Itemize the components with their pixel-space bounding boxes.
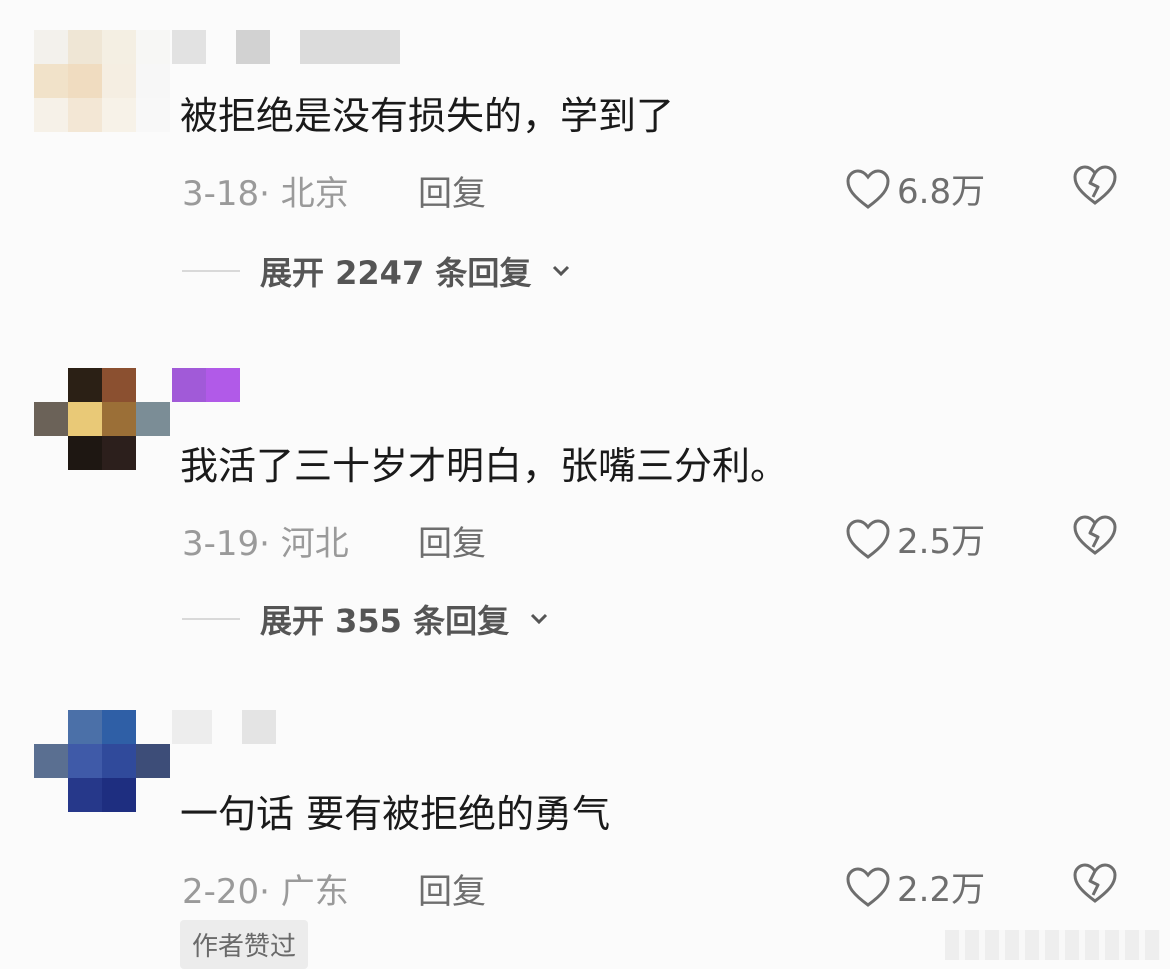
dislike-button[interactable] bbox=[1072, 514, 1118, 560]
reply-button[interactable]: 回复 bbox=[418, 516, 486, 565]
avatar-pixel bbox=[136, 64, 170, 98]
username-block bbox=[242, 710, 276, 744]
comment-text: 被拒绝是没有损失的，学到了 bbox=[180, 94, 675, 138]
username-block bbox=[300, 30, 400, 64]
expand-replies-button[interactable]: 展开 355 条回复 bbox=[182, 596, 549, 642]
comment-date-location: 3-18· 北京 bbox=[182, 174, 349, 214]
avatar-pixel bbox=[136, 368, 170, 402]
divider-line bbox=[182, 618, 240, 620]
avatar-pixel bbox=[34, 30, 68, 64]
avatar-pixel bbox=[68, 778, 102, 812]
avatar-pixel bbox=[102, 64, 136, 98]
username-blurred[interactable] bbox=[172, 368, 240, 402]
avatar-pixel bbox=[102, 368, 136, 402]
avatar[interactable] bbox=[34, 368, 170, 478]
heart-outline-icon bbox=[846, 518, 890, 559]
avatar-pixel bbox=[68, 710, 102, 744]
avatar-pixel bbox=[102, 778, 136, 812]
username-blurred[interactable] bbox=[172, 710, 276, 744]
avatar-pixel bbox=[68, 744, 102, 778]
chevron-down-icon bbox=[531, 613, 548, 625]
comment-text: 一句话 要有被拒绝的勇气 bbox=[180, 792, 611, 836]
broken-heart-icon bbox=[1073, 515, 1117, 555]
comment-text: 我活了三十岁才明白，张嘴三分利。 bbox=[180, 444, 789, 488]
like-button[interactable]: 2.2万 bbox=[845, 862, 985, 911]
username-blurred[interactable] bbox=[172, 30, 400, 64]
avatar-pixel bbox=[102, 30, 136, 64]
avatar-pixel bbox=[136, 744, 170, 778]
heart-outline-icon bbox=[846, 866, 890, 907]
watermark bbox=[945, 930, 1160, 960]
avatar-pixel bbox=[34, 368, 68, 402]
avatar-pixel bbox=[34, 744, 68, 778]
dislike-button[interactable] bbox=[1072, 862, 1118, 908]
avatar-pixel bbox=[102, 710, 136, 744]
author-liked-badge: 作者赞过 bbox=[180, 920, 309, 969]
avatar-pixel bbox=[34, 710, 68, 744]
expand-replies-label: 展开 355 条回复 bbox=[260, 602, 510, 640]
username-block bbox=[206, 368, 240, 402]
avatar-pixel bbox=[68, 436, 102, 470]
avatar-pixel bbox=[68, 402, 102, 436]
username-block bbox=[172, 368, 206, 402]
username-block bbox=[172, 30, 206, 64]
username-block bbox=[172, 710, 212, 744]
expand-replies-label: 展开 2247 条回复 bbox=[260, 254, 532, 292]
avatar[interactable] bbox=[34, 30, 170, 140]
avatar-pixel bbox=[102, 402, 136, 436]
divider-line bbox=[182, 270, 240, 272]
avatar-pixel bbox=[68, 64, 102, 98]
broken-heart-icon bbox=[1073, 863, 1117, 903]
avatar-pixel bbox=[102, 744, 136, 778]
reply-button[interactable]: 回复 bbox=[418, 166, 486, 215]
reply-button[interactable]: 回复 bbox=[418, 864, 486, 913]
comment-date-location: 3-19· 河北 bbox=[182, 524, 349, 564]
username-block bbox=[236, 30, 270, 64]
like-button[interactable]: 2.5万 bbox=[845, 514, 985, 563]
avatar-pixel bbox=[34, 402, 68, 436]
avatar-pixel bbox=[136, 436, 170, 470]
comment-date-location: 2-20· 广东 bbox=[182, 872, 349, 912]
avatar-pixel bbox=[102, 98, 136, 132]
avatar-pixel bbox=[68, 30, 102, 64]
heart-outline-icon bbox=[846, 168, 890, 209]
broken-heart-icon bbox=[1073, 165, 1117, 205]
expand-replies-button[interactable]: 展开 2247 条回复 bbox=[182, 248, 571, 294]
chevron-down-icon bbox=[553, 265, 570, 277]
avatar-pixel bbox=[68, 368, 102, 402]
avatar[interactable] bbox=[34, 710, 170, 820]
like-button[interactable]: 6.8万 bbox=[845, 164, 985, 213]
avatar-pixel bbox=[136, 30, 170, 64]
like-count: 6.8万 bbox=[897, 172, 986, 212]
avatar-pixel bbox=[102, 436, 136, 470]
avatar-pixel bbox=[68, 98, 102, 132]
like-count: 2.5万 bbox=[897, 522, 986, 562]
avatar-pixel bbox=[34, 64, 68, 98]
avatar-pixel bbox=[136, 98, 170, 132]
avatar-pixel bbox=[34, 98, 68, 132]
avatar-pixel bbox=[34, 778, 68, 812]
avatar-pixel bbox=[136, 402, 170, 436]
avatar-pixel bbox=[34, 436, 68, 470]
avatar-pixel bbox=[136, 778, 170, 812]
dislike-button[interactable] bbox=[1072, 164, 1118, 210]
like-count: 2.2万 bbox=[897, 870, 986, 910]
avatar-pixel bbox=[136, 710, 170, 744]
